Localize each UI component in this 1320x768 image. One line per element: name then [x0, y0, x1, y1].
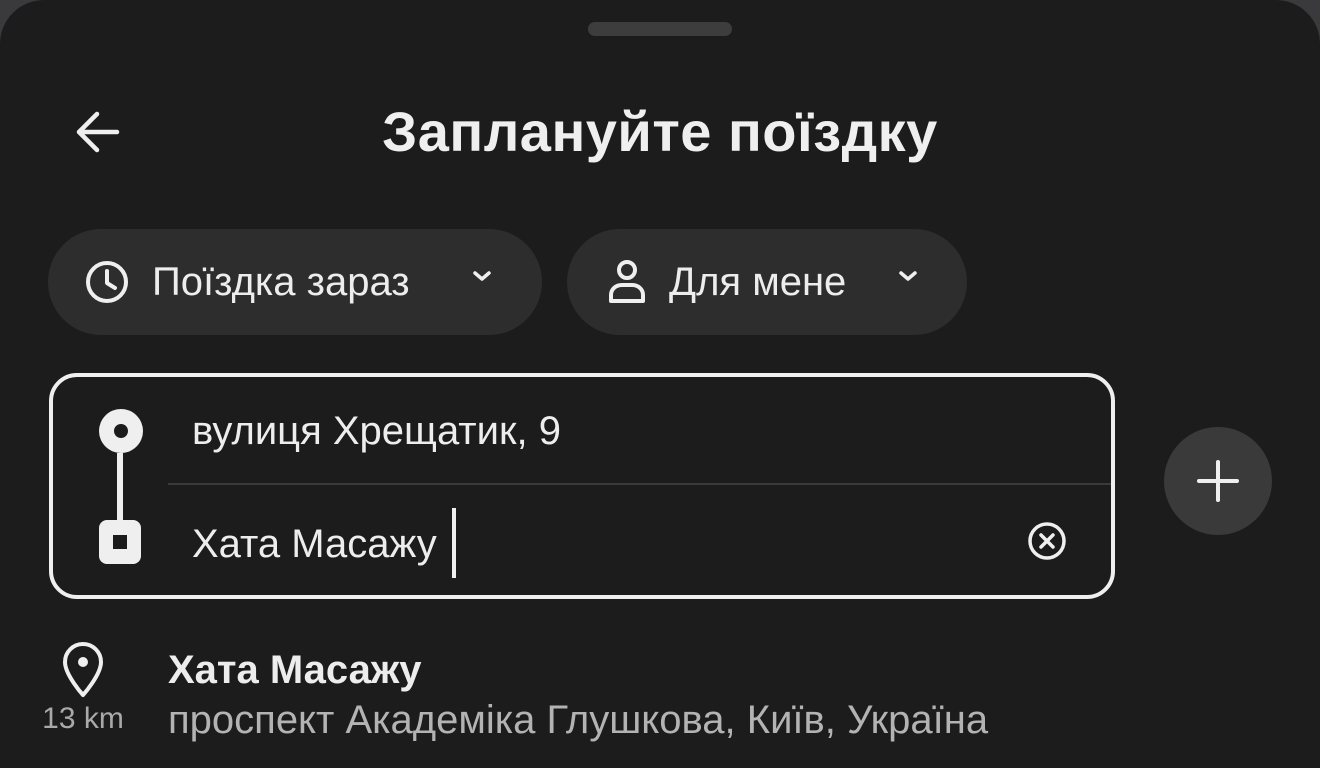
ride-time-selector[interactable]: Поїздка зараз [48, 229, 542, 335]
text-cursor [452, 508, 456, 578]
plus-icon [1197, 460, 1239, 502]
location-pin-icon [63, 642, 103, 697]
page-title: Заплануйте поїздку [382, 100, 938, 163]
pickup-input[interactable]: вулиця Хрещатик, 9 [192, 407, 561, 455]
destination-input[interactable]: Хата Масажу [192, 520, 437, 568]
result-distance: 13 km [42, 702, 124, 735]
route-connector [117, 453, 123, 520]
clear-destination-button[interactable] [1026, 520, 1068, 562]
destination-square-icon [99, 520, 141, 564]
add-stop-button[interactable] [1164, 427, 1272, 535]
rider-label: Для мене [669, 259, 847, 304]
search-result-item[interactable]: 13 km Хата Масажу проспект Академіка Глу… [0, 630, 1320, 768]
clock-icon [86, 261, 128, 303]
trip-planner-sheet: Заплануйте поїздку Поїздка зараз Для мен… [0, 0, 1320, 768]
divider [168, 483, 1111, 485]
result-address: проспект Академіка Глушкова, Київ, Украї… [168, 698, 989, 742]
chevron-down-icon [899, 271, 917, 281]
sheet-grabber[interactable] [588, 22, 732, 36]
chevron-down-icon [473, 271, 491, 281]
ride-time-label: Поїздка зараз [152, 259, 410, 304]
clear-circle-icon [1028, 522, 1066, 560]
result-title: Хата Масажу [168, 648, 422, 692]
person-icon [609, 260, 645, 303]
pickup-dot-icon [99, 409, 143, 453]
rider-selector[interactable]: Для мене [567, 229, 967, 335]
